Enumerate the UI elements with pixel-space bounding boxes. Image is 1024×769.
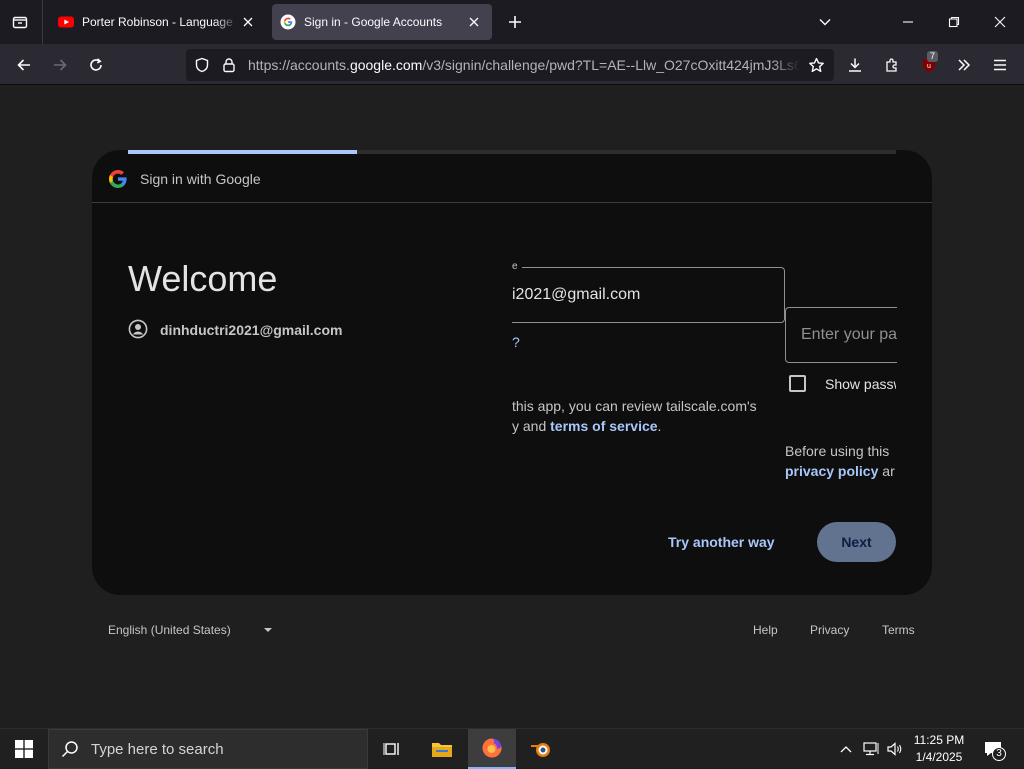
- show-password-label[interactable]: Show password: [825, 376, 896, 392]
- language-label: English (United States): [108, 623, 231, 637]
- taskbar-search[interactable]: Type here to search: [48, 729, 368, 769]
- consent-suffix: .: [657, 418, 662, 434]
- forgot-email-link[interactable]: ?: [512, 334, 520, 350]
- close-tab-icon[interactable]: [464, 12, 484, 32]
- url-domain: google.com: [349, 57, 423, 73]
- network-icon[interactable]: [860, 729, 882, 769]
- password-field[interactable]: [785, 307, 897, 363]
- privacy-link[interactable]: Privacy: [810, 623, 849, 637]
- chevron-up-icon[interactable]: [836, 729, 856, 769]
- search-placeholder: Type here to search: [91, 740, 224, 758]
- firefox-icon[interactable]: [468, 729, 516, 769]
- tab-title: Sign in - Google Accounts: [304, 15, 443, 29]
- password-input[interactable]: [786, 308, 897, 362]
- tab-google-signin[interactable]: Sign in - Google Accounts: [272, 4, 492, 40]
- youtube-icon: [58, 16, 74, 28]
- file-explorer-icon[interactable]: [418, 729, 466, 769]
- close-tab-icon[interactable]: [238, 12, 258, 32]
- page-title: Welcome: [128, 258, 278, 299]
- tab-title: Porter Robinson - Language - YouTube: [82, 15, 238, 29]
- url-text[interactable]: https://accounts.google.com/v3/signin/ch…: [248, 49, 800, 81]
- task-view-icon[interactable]: [368, 729, 416, 769]
- extensions-icon[interactable]: [878, 51, 906, 79]
- try-another-way-button[interactable]: Try another way: [660, 522, 783, 562]
- help-link[interactable]: Help: [753, 623, 778, 637]
- back-icon[interactable]: [10, 51, 38, 79]
- header-label: Sign in with Google: [140, 171, 261, 187]
- extension-badge: 7: [927, 51, 939, 62]
- volume-icon[interactable]: [884, 729, 906, 769]
- chevron-down-icon[interactable]: [811, 8, 839, 36]
- new-tab-icon[interactable]: [503, 10, 527, 34]
- forward-icon[interactable]: [46, 51, 74, 79]
- privacy-suffix: ar: [878, 463, 895, 479]
- bookmark-star-icon[interactable]: [807, 56, 825, 74]
- reload-icon[interactable]: [82, 51, 110, 79]
- privacy-policy-link[interactable]: privacy policy: [785, 463, 878, 479]
- overflow-chevrons-icon[interactable]: [950, 51, 978, 79]
- url-path: /v3/signin/challenge/pwd?TL=AE--Llw_O27c…: [422, 57, 800, 73]
- menu-icon[interactable]: [986, 51, 1014, 79]
- lock-icon[interactable]: [220, 56, 238, 74]
- tab-youtube[interactable]: Porter Robinson - Language - YouTube: [50, 4, 266, 40]
- minimize-icon[interactable]: [894, 8, 922, 36]
- tab-separator: [42, 0, 43, 44]
- dropdown-arrow-icon: [263, 628, 272, 632]
- close-window-icon[interactable]: [986, 8, 1014, 36]
- privacy-notice-text: Before using this: [785, 443, 890, 459]
- consent-text: this app, you can review tailscale.com's: [512, 398, 757, 414]
- tab-strip: Porter Robinson - Language - YouTube Sig…: [0, 0, 1024, 44]
- clock-date: 1/4/2025: [915, 750, 963, 764]
- account-email[interactable]: dinhductri2021@gmail.com: [160, 322, 342, 338]
- consent-prefix: y and: [512, 418, 551, 434]
- email-label: e: [512, 261, 522, 272]
- google-icon: [280, 14, 296, 30]
- consent-text-line2: y and terms of service.: [512, 418, 661, 434]
- tab-overview-icon[interactable]: [6, 8, 34, 36]
- blender-icon[interactable]: [517, 729, 565, 769]
- search-icon: [61, 741, 78, 758]
- privacy-notice-line2: privacy policy ar: [785, 463, 896, 479]
- taskbar: Type here to search 11:25 PM 1/4/2025 3: [0, 728, 1024, 769]
- terms-of-service-link[interactable]: terms of service: [550, 418, 657, 434]
- page-content: Sign in with Google Welcome dinhductri20…: [0, 85, 1024, 728]
- notifications-icon[interactable]: 3: [978, 729, 1008, 769]
- system-clock[interactable]: 11:25 PM 1/4/2025: [906, 732, 972, 766]
- email-field[interactable]: i2021@gmail.com: [512, 267, 785, 323]
- language-selector[interactable]: English (United States): [108, 623, 273, 637]
- account-circle-icon: [128, 319, 148, 339]
- card-header: Sign in with Google: [92, 154, 932, 203]
- shield-icon[interactable]: [193, 56, 211, 74]
- restore-icon[interactable]: [940, 8, 968, 36]
- download-icon[interactable]: [841, 51, 869, 79]
- svg-text:u: u: [927, 63, 931, 70]
- google-logo-icon: [109, 170, 127, 188]
- show-password-checkbox[interactable]: [789, 375, 806, 392]
- notification-count: 3: [992, 747, 1006, 761]
- navigation-toolbar: https://accounts.google.com/v3/signin/ch…: [0, 44, 1024, 85]
- signin-card: Sign in with Google Welcome dinhductri20…: [92, 150, 932, 595]
- clock-time: 11:25 PM: [913, 733, 965, 747]
- email-value: i2021@gmail.com: [512, 286, 641, 303]
- terms-link[interactable]: Terms: [882, 623, 915, 637]
- url-prefix: https://accounts.: [248, 57, 350, 73]
- windows-start-icon[interactable]: [0, 729, 48, 769]
- next-button[interactable]: Next: [817, 522, 896, 562]
- url-bar[interactable]: https://accounts.google.com/v3/signin/ch…: [186, 49, 834, 81]
